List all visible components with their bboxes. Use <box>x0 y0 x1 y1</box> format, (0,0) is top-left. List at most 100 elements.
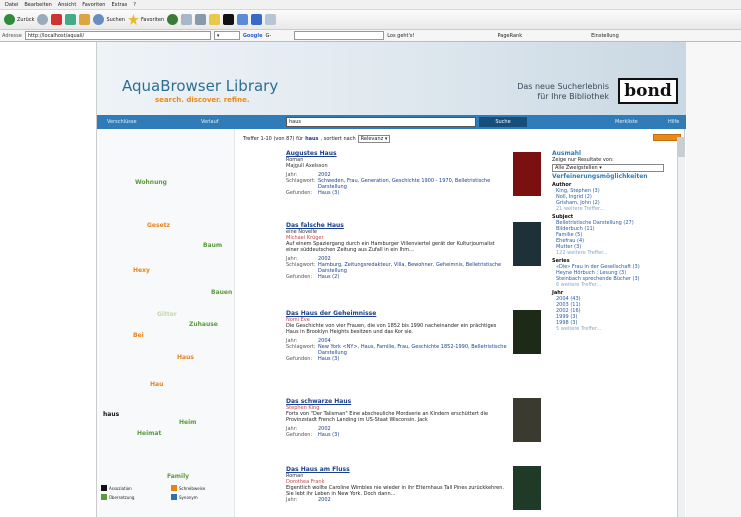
meta-value[interactable]: Hamburg, Zeitungsredakteur, Villa, Bewoh… <box>318 262 508 274</box>
cloud-word[interactable]: Hexy <box>133 267 150 274</box>
discuss-icon[interactable] <box>223 14 235 25</box>
merkliste-link[interactable]: Merkliste <box>615 119 638 125</box>
page-margin <box>686 42 741 517</box>
cloud-word[interactable]: Baum <box>203 242 222 249</box>
cloud-word[interactable]: Hau <box>150 381 163 388</box>
einstellung-button[interactable]: Einstellung <box>591 33 619 39</box>
legend-swatch <box>101 494 107 500</box>
address-bar: Adresse http://localhost/aquali/ ▾ Googl… <box>0 30 741 42</box>
cloud-word[interactable]: Zuhause <box>189 321 218 328</box>
branch-select[interactable]: Alle Zweigstellen ▾ <box>552 164 664 172</box>
refine-title: Verfeinerungsmöglichkeiten <box>552 173 648 180</box>
edit-icon[interactable] <box>209 14 221 25</box>
menu-item[interactable]: Extras <box>111 2 127 8</box>
cloud-word[interactable]: haus <box>103 411 119 418</box>
book-cover[interactable] <box>513 466 541 510</box>
facet-more[interactable]: 5 weitere Treffer... <box>552 326 677 332</box>
meta-row: Gefunden: Haus (2) <box>286 274 553 280</box>
cloud-word[interactable]: Family <box>167 473 189 480</box>
cloud-word[interactable]: Bauen <box>211 289 232 296</box>
sort-select[interactable]: Relevanz ▾ <box>357 135 391 143</box>
address-field[interactable]: http://localhost/aquali/ <box>24 31 211 40</box>
legend-swatch <box>101 485 107 491</box>
cloud-word[interactable]: Gitter <box>157 311 177 318</box>
meta-key: Gefunden: <box>286 190 313 196</box>
tab-verschluesse[interactable]: Verschlüsse <box>103 119 141 125</box>
facet-more[interactable]: 6 weitere Treffer... <box>552 282 677 288</box>
history-icon[interactable] <box>167 14 179 25</box>
mail-icon[interactable] <box>181 14 193 25</box>
meta-row: Gefunden: Haus (3) <box>286 356 553 362</box>
book-cover[interactable] <box>513 310 541 354</box>
search-button[interactable]: Suchen <box>93 14 125 25</box>
refresh-icon[interactable] <box>65 14 77 25</box>
branch-value: Alle Zweigstellen <box>555 165 598 171</box>
search-input[interactable]: haus <box>286 117 476 127</box>
stop-icon[interactable] <box>51 14 63 25</box>
facet-more[interactable]: 122 weitere Treffer... <box>552 250 677 256</box>
bluetooth-icon[interactable] <box>251 14 263 25</box>
hilfe-link[interactable]: Hilfe <box>668 119 679 125</box>
results-prefix: Treffer 1-10 (von 87) für <box>243 136 304 142</box>
menu-item[interactable]: Datei <box>5 2 18 8</box>
favorites-label: Favoriten <box>140 16 165 23</box>
cloud-word[interactable]: Haus <box>177 354 194 361</box>
results-scrollbar[interactable] <box>677 137 685 517</box>
home-icon[interactable] <box>79 14 91 25</box>
browser-toolbar: Zurück Suchen Favoriten <box>0 10 741 30</box>
tab-verlauf[interactable]: Verlauf <box>197 119 223 125</box>
book-cover[interactable] <box>513 152 541 196</box>
result-item: Das Haus der Geheimnisse Nomi Eve Die Ge… <box>286 310 553 362</box>
slogan: Das neue Sucherlebnis für Ihre Bibliothe… <box>465 82 609 102</box>
book-cover[interactable] <box>513 398 541 442</box>
results-term: haus <box>305 136 319 142</box>
meta-value[interactable]: Haus (2) <box>318 274 508 280</box>
meta-value[interactable]: New York <NY>, Haus, Familie, Frau, Gesc… <box>318 344 508 356</box>
cloud-word[interactable]: Heim <box>179 419 196 426</box>
cloud-word[interactable]: Bei <box>133 332 144 339</box>
menu-item[interactable]: Bearbeiten <box>24 2 51 8</box>
library-site: AquaBrowser Library search. discover. re… <box>96 42 686 517</box>
forward-arrow-icon[interactable] <box>37 14 49 25</box>
research-icon[interactable] <box>265 14 277 25</box>
menu-item[interactable]: Ansicht <box>58 2 76 8</box>
menu-item[interactable]: ? <box>133 2 136 8</box>
los-button[interactable]: Los geht's! <box>387 33 414 39</box>
result-item: Das Haus am Fluss Roman Dorothea Frank E… <box>286 466 553 510</box>
meta-key: Gefunden: <box>286 274 313 280</box>
magnifier-icon <box>93 14 105 25</box>
messenger-icon[interactable] <box>237 14 249 25</box>
meta-value[interactable]: Haus (3) <box>318 356 508 362</box>
book-cover[interactable] <box>513 222 541 266</box>
meta-value[interactable]: Haus (3) <box>318 432 508 438</box>
meta-key: Gefunden: <box>286 432 313 438</box>
favorites-button[interactable]: Favoriten <box>127 14 165 25</box>
meta-value[interactable]: 2002 <box>318 497 508 503</box>
bond-logo[interactable]: bond <box>618 78 678 104</box>
meta-value[interactable]: Schweden, Frau, Generation, Geschichte 1… <box>318 178 508 190</box>
meta-value[interactable]: Haus (3) <box>318 190 508 196</box>
legend-label: Synonym <box>179 494 198 500</box>
back-arrow-icon <box>4 14 15 25</box>
legend-label: Assoziation <box>109 485 132 491</box>
cloud-word[interactable]: Heimat <box>137 430 161 437</box>
meta-key: Jahr: <box>286 497 298 503</box>
google-go[interactable]: G- <box>266 33 272 39</box>
cloud-word[interactable]: Gesetz <box>147 222 170 229</box>
facet-more[interactable]: 21 weitere Treffer... <box>552 206 677 212</box>
cloud-word[interactable]: Wohnung <box>135 179 167 186</box>
google-search-field[interactable]: ▾ <box>213 31 240 40</box>
sort-value: Relevanz <box>360 136 384 142</box>
back-button[interactable]: Zurück <box>4 14 34 25</box>
logo-title[interactable]: AquaBrowser Library <box>122 77 278 95</box>
legend-swatch <box>171 494 177 500</box>
meta-key: Gefunden: <box>286 356 313 362</box>
result-description: Auf einem Spaziergang durch ein Hamburge… <box>286 241 495 253</box>
legend-item: Assoziation <box>101 485 132 491</box>
scrollbar-thumb[interactable] <box>678 137 685 157</box>
menu-item[interactable]: Favoriten <box>82 2 105 8</box>
search-submit-button[interactable]: Suche <box>479 117 527 127</box>
google-query-field[interactable] <box>294 31 385 40</box>
legend-label: Schreibweise <box>179 485 206 491</box>
print-icon[interactable] <box>195 14 207 25</box>
